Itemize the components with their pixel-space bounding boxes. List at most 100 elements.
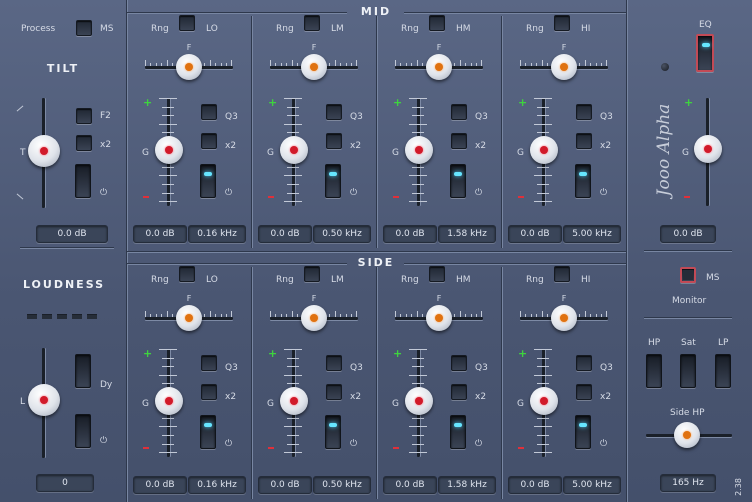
side-band-hm-q3-button[interactable] [451,355,467,371]
side-band-lm-gain-knob[interactable] [280,387,308,415]
side-band-hi-freq-display[interactable]: 5.00 kHz [563,476,621,494]
mid-band-lo-x2-button[interactable] [201,133,217,149]
side-band-lo-gain-display[interactable]: 0.0 dB [133,476,187,494]
mid-band-hm-gain-fader[interactable]: + [393,97,439,206]
side-band-hi-range-button[interactable] [554,266,570,282]
lp-toggle[interactable] [715,354,731,388]
mid-band-lm-freq-knob[interactable] [301,54,327,80]
side-band-hi-gain-fader[interactable]: + [518,348,564,457]
mid-band-lo-q3-button[interactable] [201,104,217,120]
mid-band-lo-gain-display[interactable]: 0.0 dB [133,225,187,243]
loudness-fader-knob[interactable] [28,384,60,416]
mid-band-lm-enable-toggle[interactable] [325,164,341,198]
side-band-lo-x2-button[interactable] [201,384,217,400]
mid-band-lm-freq-slider[interactable] [270,54,358,82]
side-band-hi-freq-knob[interactable] [551,305,577,331]
tilt-f2-button[interactable] [76,108,92,124]
tilt-bypass-toggle[interactable] [75,164,91,198]
side-hp-value-display[interactable]: 165 Hz [660,474,716,492]
loudness-value-display[interactable]: 0 [36,474,94,492]
side-band-hm-x2-button[interactable] [451,384,467,400]
side-band-lm-enable-toggle[interactable] [325,415,341,449]
mid-band-lm-gain-display[interactable]: 0.0 dB [258,225,312,243]
side-band-hm-range-button[interactable] [429,266,445,282]
side-band-lo-enable-toggle[interactable] [200,415,216,449]
side-band-lm-gain-fader[interactable]: + [268,348,314,457]
mid-band-hm-freq-display[interactable]: 1.58 kHz [438,225,496,243]
side-band-hm-gain-display[interactable]: 0.0 dB [383,476,437,494]
side-band-lo-freq-slider[interactable] [145,305,233,333]
output-gain-fader[interactable]: + [684,97,726,208]
side-band-lo-gain-knob[interactable] [155,387,183,415]
side-band-hm-enable-toggle[interactable] [450,415,466,449]
output-value-display[interactable]: 0.0 dB [660,225,716,243]
mid-band-hm-enable-toggle[interactable] [450,164,466,198]
side-band-lo-range-button[interactable] [179,266,195,282]
mid-band-hi-gain-knob[interactable] [530,136,558,164]
side-band-lm-gain-display[interactable]: 0.0 dB [258,476,312,494]
side-band-hm-gain-fader[interactable]: + [393,348,439,457]
side-band-hi-gain-display[interactable]: 0.0 dB [508,476,562,494]
mid-band-lo-enable-toggle[interactable] [200,164,216,198]
tilt-value-display[interactable]: 0.0 dB [36,225,108,243]
mid-band-hm-q3-button[interactable] [451,104,467,120]
side-band-hi-freq-slider[interactable] [520,305,608,333]
tilt-x2-button[interactable] [76,135,92,151]
side-band-lm-q3-button[interactable] [326,355,342,371]
loudness-dy-toggle[interactable] [75,354,91,388]
mid-band-lm-q3-button[interactable] [326,104,342,120]
mid-band-hi-gain-display[interactable]: 0.0 dB [508,225,562,243]
mid-band-lo-gain-knob[interactable] [155,136,183,164]
process-ms-button[interactable] [76,20,92,36]
side-band-lo-gain-fader[interactable]: + [143,348,189,457]
mid-band-lm-gain-knob[interactable] [280,136,308,164]
mid-band-hm-gain-knob[interactable] [405,136,433,164]
mid-band-hi-freq-display[interactable]: 5.00 kHz [563,225,621,243]
side-band-hm-gain-knob[interactable] [405,387,433,415]
side-band-lm-freq-display[interactable]: 0.50 kHz [313,476,371,494]
side-band-hi-q3-button[interactable] [576,355,592,371]
side-band-lm-freq-knob[interactable] [301,305,327,331]
side-band-hm-freq-display[interactable]: 1.58 kHz [438,476,496,494]
mid-band-hi-x2-button[interactable] [576,133,592,149]
monitor-ms-button[interactable] [680,267,696,283]
mid-band-hm-range-button[interactable] [429,15,445,31]
side-band-lo-q3-button[interactable] [201,355,217,371]
loudness-bypass-toggle[interactable] [75,414,91,448]
mid-band-lo-gain-fader[interactable]: + [143,97,189,206]
mid-band-hi-gain-fader[interactable]: + [518,97,564,206]
mid-band-lm-gain-fader[interactable]: + [268,97,314,206]
mid-band-hm-x2-button[interactable] [451,133,467,149]
mid-band-lo-freq-knob[interactable] [176,54,202,80]
hp-toggle[interactable] [646,354,662,388]
side-band-hm-freq-slider[interactable] [395,305,483,333]
mid-band-hm-freq-knob[interactable] [426,54,452,80]
side-band-hi-gain-knob[interactable] [530,387,558,415]
side-band-lm-x2-button[interactable] [326,384,342,400]
side-band-lm-range-button[interactable] [304,266,320,282]
output-gain-knob[interactable] [694,135,722,163]
mid-band-hi-enable-toggle[interactable] [575,164,591,198]
side-band-hi-enable-toggle[interactable] [575,415,591,449]
side-band-hi-x2-button[interactable] [576,384,592,400]
side-band-lm-freq-slider[interactable] [270,305,358,333]
side-hp-knob[interactable] [674,422,700,448]
mid-band-hm-gain-display[interactable]: 0.0 dB [383,225,437,243]
tilt-fader-knob[interactable] [28,135,60,167]
loudness-fader[interactable] [26,348,62,458]
mid-band-lm-freq-display[interactable]: 0.50 kHz [313,225,371,243]
eq-enable-toggle[interactable] [696,34,714,72]
side-band-lo-freq-display[interactable]: 0.16 kHz [188,476,246,494]
side-band-hm-freq-knob[interactable] [426,305,452,331]
mid-band-lo-freq-display[interactable]: 0.16 kHz [188,225,246,243]
tilt-fader[interactable] [16,98,62,208]
mid-band-lm-x2-button[interactable] [326,133,342,149]
mid-band-hi-q3-button[interactable] [576,104,592,120]
mid-band-hi-range-button[interactable] [554,15,570,31]
mid-band-lo-freq-slider[interactable] [145,54,233,82]
mid-band-lo-range-button[interactable] [179,15,195,31]
mid-band-hm-freq-slider[interactable] [395,54,483,82]
mid-band-hi-freq-slider[interactable] [520,54,608,82]
side-band-lo-freq-knob[interactable] [176,305,202,331]
mid-band-lm-range-button[interactable] [304,15,320,31]
